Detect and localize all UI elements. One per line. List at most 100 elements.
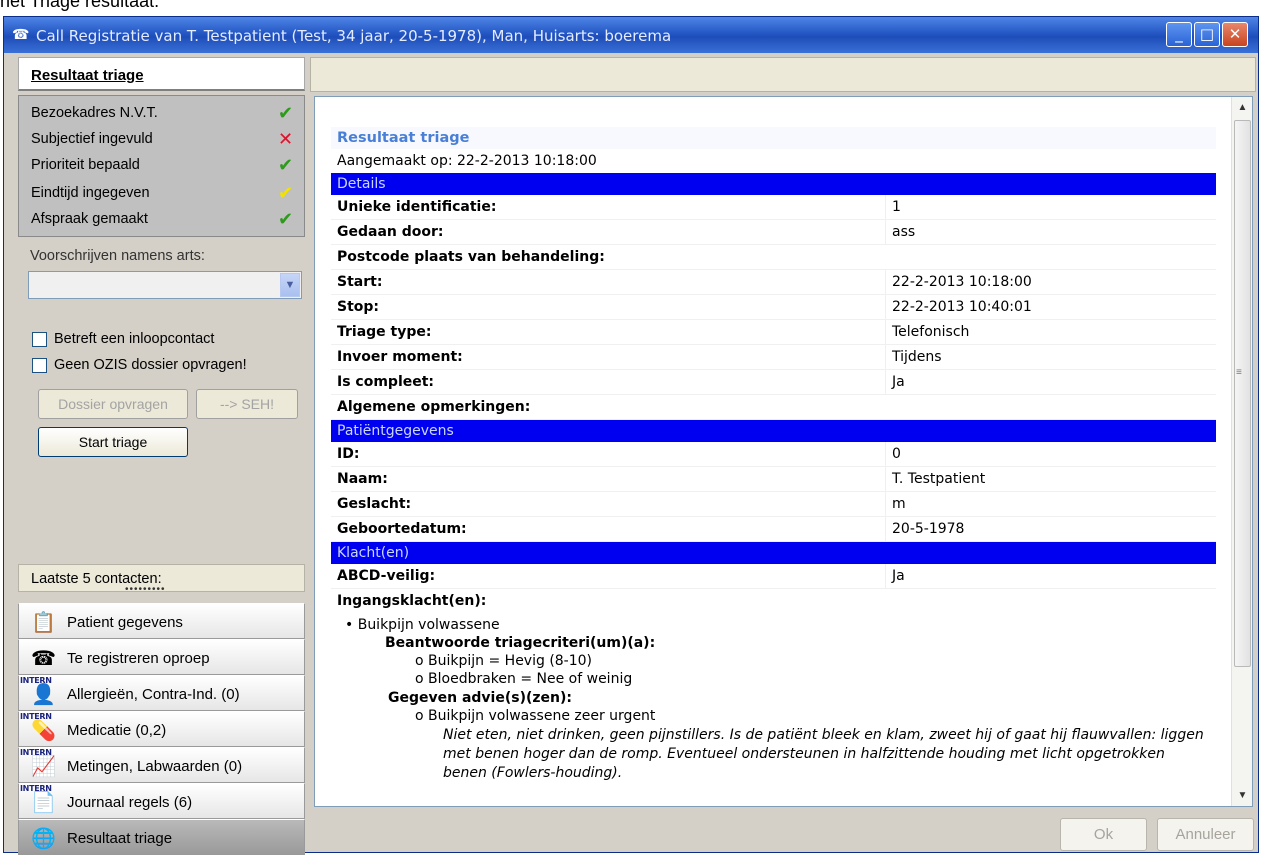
- detail-key: Gedaan door:: [337, 224, 444, 240]
- vertical-scrollbar[interactable]: ▲ ≡ ▼: [1231, 97, 1252, 806]
- nav-allergieen[interactable]: INTERN 👤 Allergieën, Contra-Ind. (0): [18, 675, 305, 711]
- last-contacts-header[interactable]: Laatste 5 contacten: •••••••••: [18, 564, 305, 595]
- patient-key: Geslacht:: [337, 496, 412, 512]
- close-button[interactable]: ✕: [1222, 22, 1248, 47]
- clipboard-icon: 📋: [31, 610, 56, 634]
- prescribe-label: Voorschrijven namens arts:: [30, 248, 205, 264]
- patient-key: Naam:: [337, 471, 388, 487]
- patient-key: ID:: [337, 446, 360, 462]
- nav-metingen[interactable]: INTERN 📈 Metingen, Labwaarden (0): [18, 747, 305, 783]
- status-label: Prioriteit bepaald: [31, 157, 140, 173]
- detail-key: Start:: [337, 274, 383, 290]
- status-label: Bezoekadres N.V.T.: [31, 105, 158, 121]
- patient-row: Geboortedatum: 20-5-1978: [331, 517, 1216, 542]
- criterion-item: o Buikpijn = Hevig (8-10): [415, 653, 593, 669]
- checkbox-box[interactable]: [32, 358, 47, 373]
- status-item-bezoekadres: Bezoekadres N.V.T. ✔: [31, 102, 296, 128]
- created-date: Aangemaakt op: 22-2-2013 10:18:00: [337, 153, 597, 169]
- status-item-prioriteit: Prioriteit bepaald ✔: [31, 154, 296, 180]
- walkin-checkbox-label[interactable]: Betreft een inloopcontact: [54, 331, 214, 347]
- seh-button[interactable]: --> SEH!: [196, 389, 298, 419]
- status-label: Afspraak gemaakt: [31, 211, 148, 227]
- section-patient: Patiëntgegevens: [331, 420, 1216, 442]
- ozis-checkbox-label[interactable]: Geen OZIS dossier opvragen!: [54, 357, 247, 373]
- detail-key: Triage type:: [337, 324, 432, 340]
- criteria-title: Beantwoorde triagecriteri(um)(a):: [385, 635, 656, 651]
- check-icon: ✔: [278, 103, 294, 124]
- detail-row: Unieke identificatie: 1: [331, 195, 1216, 220]
- phone-icon: ☎: [31, 646, 56, 670]
- detail-key: Stop:: [337, 299, 380, 315]
- status-checklist: Bezoekadres N.V.T. ✔ Subjectief ingevuld…: [18, 95, 305, 237]
- scroll-thumb[interactable]: [1234, 120, 1251, 667]
- dossier-button[interactable]: Dossier opvragen: [38, 389, 188, 419]
- advice-item: o Buikpijn volwassene zeer urgent: [415, 708, 656, 724]
- patient-row: Naam: T. Testpatient: [331, 467, 1216, 492]
- scroll-down-icon[interactable]: ▼: [1232, 785, 1252, 806]
- klacht-row: ABCD-veilig: Ja: [331, 564, 1216, 589]
- start-triage-button[interactable]: Start triage: [38, 427, 188, 457]
- left-panel-header: Resultaat triage: [18, 57, 305, 91]
- check-icon: ✔: [278, 183, 294, 204]
- detail-row: Start: 22-2-2013 10:18:00: [331, 270, 1216, 295]
- splitter-grip[interactable]: •••••••••: [125, 584, 166, 595]
- status-item-subjectief: Subjectief ingevuld ✕: [31, 128, 296, 154]
- detail-value: Tijdens: [885, 345, 942, 370]
- detail-key: Algemene opmerkingen:: [337, 399, 531, 415]
- maximize-button[interactable]: □: [1194, 22, 1220, 47]
- toolbar-strip: [310, 57, 1256, 92]
- detail-row: Gedaan door: ass: [331, 220, 1216, 245]
- detail-key: Postcode plaats van behandeling:: [337, 249, 605, 265]
- app-icon: ☎: [12, 27, 30, 43]
- nav-patient-gegevens[interactable]: 📋 Patient gegevens: [18, 603, 305, 639]
- detail-value: ass: [885, 220, 915, 245]
- patient-key: Geboortedatum:: [337, 521, 467, 537]
- klacht-key: Ingangsklacht(en):: [337, 593, 487, 609]
- detail-value: Ja: [885, 370, 905, 395]
- patient-row: ID: 0: [331, 442, 1216, 467]
- detail-key: Unieke identificatie:: [337, 199, 497, 215]
- nav-medicatie[interactable]: INTERN 💊 Medicatie (0,2): [18, 711, 305, 747]
- nav-label: Metingen, Labwaarden (0): [67, 758, 243, 775]
- nav-label: Allergieën, Contra-Ind. (0): [67, 686, 240, 703]
- advice-text: Niet eten, niet drinken, geen pijnstille…: [443, 727, 1204, 781]
- checkbox-box[interactable]: [32, 332, 47, 347]
- section-details: Details: [331, 173, 1216, 195]
- scroll-up-icon[interactable]: ▲: [1232, 97, 1252, 118]
- triage-result-view[interactable]: Resultaat triage Aangemaakt op: 22-2-201…: [314, 96, 1253, 807]
- cross-icon: ✕: [278, 129, 294, 150]
- minimize-button[interactable]: _: [1166, 22, 1192, 47]
- nav-resultaat-triage[interactable]: 🌐 Resultaat triage: [18, 819, 305, 855]
- nav-te-registreren-oproep[interactable]: ☎ Te registreren oproep: [18, 639, 305, 675]
- detail-row: Triage type: Telefonisch: [331, 320, 1216, 345]
- detail-row: Postcode plaats van behandeling:: [331, 245, 1216, 270]
- section-klacht: Klacht(en): [331, 542, 1216, 564]
- title-bar[interactable]: ☎ Call Registratie van T. Testpatient (T…: [4, 17, 1258, 53]
- document-icon: 📄: [31, 790, 56, 814]
- detail-row: Is compleet: Ja: [331, 370, 1216, 395]
- window-title: Call Registratie van T. Testpatient (Tes…: [36, 27, 672, 45]
- pill-icon: 💊: [31, 718, 56, 742]
- ok-button[interactable]: Ok: [1060, 818, 1147, 851]
- cancel-button[interactable]: Annuleer: [1157, 818, 1254, 851]
- status-label: Eindtijd ingegeven: [31, 185, 150, 201]
- status-label: Subjectief ingevuld: [31, 131, 153, 147]
- criterion-item: o Bloedbraken = Nee of weinig: [415, 671, 633, 687]
- nav-journaal[interactable]: INTERN 📄 Journaal regels (6): [18, 783, 305, 819]
- prescribe-select[interactable]: ▼: [28, 271, 302, 299]
- patient-row: Geslacht: m: [331, 492, 1216, 517]
- triage-document: Resultaat triage Aangemaakt op: 22-2-201…: [331, 127, 1216, 781]
- chevron-down-icon[interactable]: ▼: [280, 273, 300, 297]
- nav-label: Patient gegevens: [67, 614, 183, 631]
- globe-icon: 🌐: [31, 826, 56, 850]
- detail-value: 1: [885, 195, 901, 220]
- chart-icon: 📈: [31, 754, 56, 778]
- advice-title: Gegeven advie(s)(zen):: [388, 690, 572, 706]
- scroll-grip-icon: ≡: [1236, 367, 1242, 378]
- check-icon: ✔: [278, 155, 294, 176]
- detail-row: Invoer moment: Tijdens: [331, 345, 1216, 370]
- nav-label: Te registreren oproep: [67, 650, 210, 667]
- klacht-key: ABCD-veilig:: [337, 568, 436, 584]
- nav-label: Journaal regels (6): [67, 794, 193, 811]
- detail-row: Stop: 22-2-2013 10:40:01: [331, 295, 1216, 320]
